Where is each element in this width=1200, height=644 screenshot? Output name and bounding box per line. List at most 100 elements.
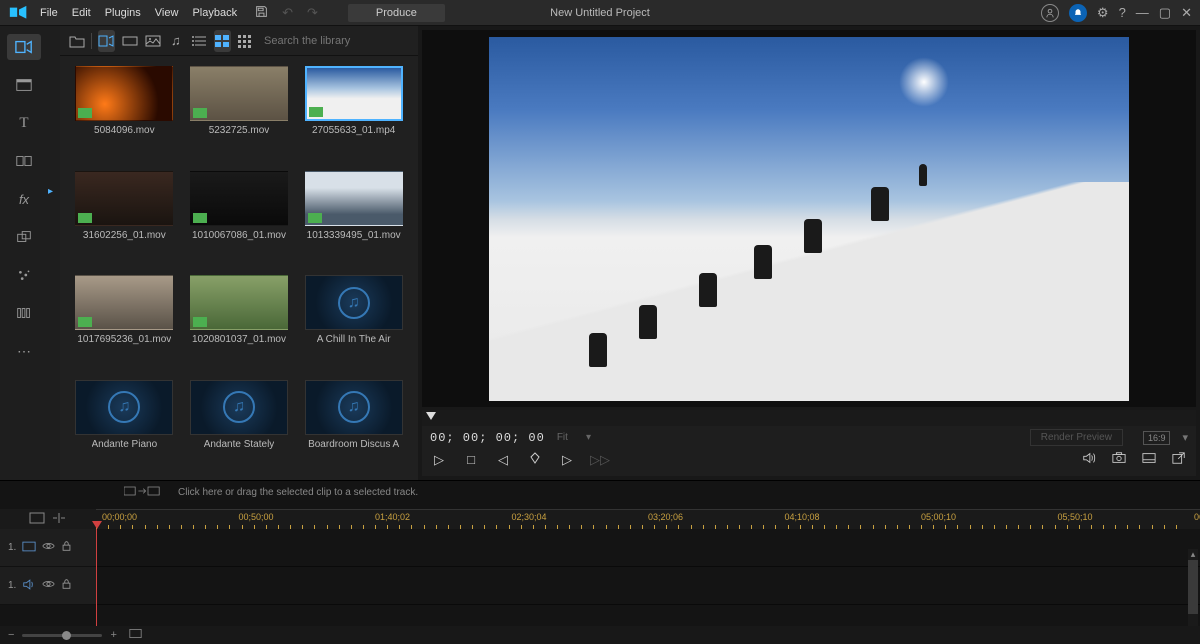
view-grid-small-icon[interactable]	[237, 30, 254, 52]
library-item[interactable]: ♫Andante Piano	[70, 380, 179, 471]
room-fx[interactable]: fx	[7, 186, 41, 212]
filter-audio-icon[interactable]: ♫	[167, 30, 184, 52]
video-thumbnail[interactable]	[190, 275, 288, 330]
playhead[interactable]	[96, 529, 97, 626]
track-lock-icon[interactable]	[61, 540, 72, 555]
track-eye-icon[interactable]	[42, 541, 55, 554]
room-media[interactable]	[7, 34, 41, 60]
room-title[interactable]: T	[7, 110, 41, 136]
preview-viewport[interactable]	[422, 30, 1196, 407]
library-item[interactable]: ♫A Chill In The Air	[299, 275, 408, 366]
timeline-vscroll[interactable]: ▴	[1188, 549, 1198, 626]
track-num: 1.	[8, 580, 16, 591]
volume-icon[interactable]	[1080, 451, 1098, 468]
timecode-display[interactable]: 00; 00; 00; 00	[430, 431, 545, 445]
gear-icon[interactable]: ⚙	[1097, 5, 1109, 21]
notification-icon[interactable]	[1069, 4, 1087, 22]
filter-image-icon[interactable]	[144, 30, 161, 52]
room-more[interactable]: ⋯	[7, 338, 41, 364]
track-lanes[interactable]	[96, 529, 1200, 626]
library-search-input[interactable]	[260, 31, 410, 51]
track-lock-icon[interactable]	[61, 578, 72, 593]
menu-playback[interactable]: Playback	[192, 7, 237, 19]
view-list-icon[interactable]	[191, 30, 208, 52]
library-item[interactable]: 27055633_01.mp4	[299, 66, 408, 157]
stop-button[interactable]: □	[462, 452, 480, 467]
ratio-chevron-icon[interactable]: ▾	[1182, 431, 1188, 444]
video-thumbnail[interactable]	[190, 171, 288, 226]
track-headers: 1. 1.	[0, 529, 96, 626]
track-lane-audio[interactable]	[96, 567, 1200, 605]
timeline-view-icon[interactable]	[29, 512, 45, 527]
redo-icon[interactable]: ↷	[307, 5, 318, 21]
library-grid[interactable]: 5084096.mov5232725.mov27055633_01.mp4 316…	[60, 56, 418, 480]
timeline-tool-icon[interactable]	[124, 485, 164, 500]
close-icon[interactable]: ✕	[1181, 5, 1192, 21]
play-button[interactable]: ▷	[430, 452, 448, 468]
filter-videophoto-icon[interactable]	[98, 30, 115, 52]
preview-scrubber[interactable]	[422, 410, 1196, 426]
track-header-video[interactable]: 1.	[0, 529, 96, 567]
fast-forward-button[interactable]: ▷▷	[590, 452, 608, 468]
popout-icon[interactable]	[1170, 451, 1188, 468]
save-icon[interactable]	[255, 5, 268, 21]
audio-thumbnail[interactable]: ♫	[305, 275, 403, 330]
library-item[interactable]: 5084096.mov	[70, 66, 179, 157]
audio-thumbnail[interactable]: ♫	[190, 380, 288, 435]
library-item[interactable]: 1020801037_01.mov	[185, 275, 294, 366]
room-transition[interactable]	[7, 148, 41, 174]
import-icon[interactable]	[68, 30, 85, 52]
aspect-ratio-badge[interactable]: 16:9	[1143, 431, 1171, 445]
snapshot-icon[interactable]	[1110, 451, 1128, 468]
timeline-cut-icon[interactable]	[51, 512, 67, 527]
library-item[interactable]: ♫Andante Stately	[185, 380, 294, 471]
track-lane-video[interactable]	[96, 529, 1200, 567]
menu-file[interactable]: File	[40, 7, 58, 19]
menu-plugins[interactable]: Plugins	[105, 7, 141, 19]
room-overlay[interactable]	[7, 224, 41, 250]
render-preview-button[interactable]: Render Preview	[1030, 429, 1123, 446]
view-grid-large-icon[interactable]	[214, 30, 231, 52]
produce-button[interactable]: Produce	[348, 4, 445, 22]
audio-thumbnail[interactable]: ♫	[305, 380, 403, 435]
zoom-slider[interactable]	[22, 634, 102, 637]
video-thumbnail[interactable]	[190, 66, 288, 121]
video-thumbnail[interactable]	[75, 275, 173, 330]
timeline-hint-text[interactable]: Click here or drag the selected clip to …	[178, 487, 418, 498]
menu-edit[interactable]: Edit	[72, 7, 91, 19]
library-item[interactable]: 5232725.mov	[185, 66, 294, 157]
dock-icon[interactable]	[1140, 451, 1158, 468]
zoom-fit-dropdown[interactable]: Fit▾	[557, 432, 591, 443]
minimize-icon[interactable]: —	[1136, 5, 1149, 20]
filter-video-icon[interactable]	[121, 30, 138, 52]
next-frame-button[interactable]: ▷	[558, 452, 576, 468]
room-audio-mix[interactable]	[7, 300, 41, 326]
audio-thumbnail[interactable]: ♫	[75, 380, 173, 435]
marker-button[interactable]	[526, 452, 544, 467]
video-thumbnail[interactable]	[305, 171, 403, 226]
library-item[interactable]: 1010067086_01.mov	[185, 171, 294, 262]
user-icon[interactable]	[1041, 4, 1059, 22]
help-icon[interactable]: ?	[1119, 5, 1126, 20]
maximize-icon[interactable]: ▢	[1159, 5, 1171, 21]
video-thumbnail[interactable]	[305, 66, 403, 121]
library-item[interactable]: 1017695236_01.mov	[70, 275, 179, 366]
zoom-out-icon[interactable]: −	[8, 629, 14, 641]
zoom-fit-icon[interactable]	[129, 628, 142, 642]
video-thumbnail[interactable]	[75, 171, 173, 226]
undo-icon[interactable]: ↶	[282, 5, 293, 21]
timeline-ruler[interactable]: 00;00;0000;50;0001;40;0202;30;0403;20;06…	[96, 509, 1200, 529]
menu-view[interactable]: View	[155, 7, 179, 19]
track-header-audio[interactable]: 1.	[0, 567, 96, 605]
scrubber-handle[interactable]	[426, 412, 436, 420]
library-item[interactable]: 1013339495_01.mov	[299, 171, 408, 262]
prev-frame-button[interactable]: ◁	[494, 452, 512, 468]
room-plugins[interactable]	[7, 72, 41, 98]
expand-panel-icon[interactable]: ▸	[48, 186, 53, 197]
library-item[interactable]: 31602256_01.mov	[70, 171, 179, 262]
room-particle[interactable]	[7, 262, 41, 288]
zoom-in-icon[interactable]: +	[110, 629, 116, 641]
library-item[interactable]: ♫Boardroom Discus A	[299, 380, 408, 471]
track-eye-icon[interactable]	[42, 579, 55, 592]
video-thumbnail[interactable]	[75, 66, 173, 121]
